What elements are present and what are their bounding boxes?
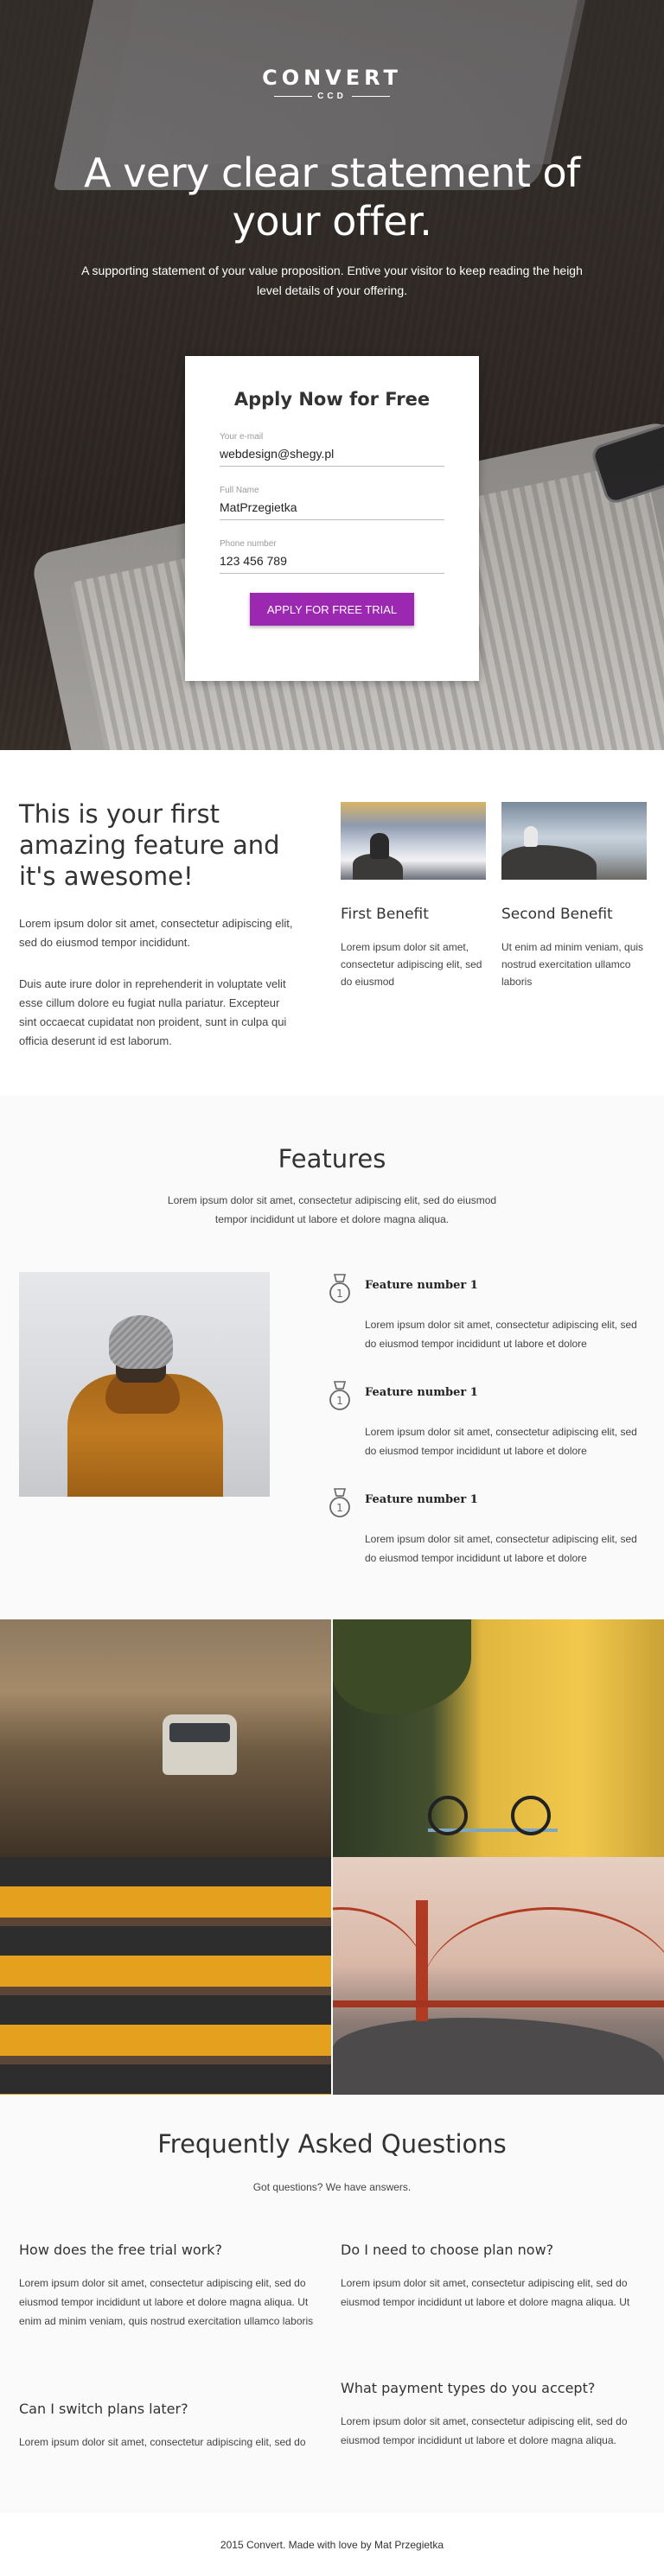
- gallery-image-bench: [0, 1857, 331, 2095]
- feature-item: 1 Feature number 1 Lorem ipsum dolor sit…: [329, 1274, 640, 1369]
- faq-question: What payment types do you accept?: [341, 2380, 596, 2396]
- faq-question: Can I switch plans later?: [19, 2401, 188, 2417]
- benefit-card: Second Benefit Ut enim ad minim veniam, …: [501, 802, 647, 990]
- feature-text: Lorem ipsum dolor sit amet, consectetur …: [365, 1426, 637, 1457]
- gallery-image-bridge: [333, 1857, 664, 2095]
- feature-name: Feature number 1: [365, 1386, 478, 1399]
- feature-photo-person: [19, 1272, 270, 1497]
- benefit-card: First Benefit Lorem ipsum dolor sit amet…: [341, 802, 486, 990]
- hero-title: A very clear statement of your offer.: [84, 149, 580, 245]
- svg-text:1: 1: [336, 1395, 343, 1407]
- email-field[interactable]: [220, 447, 444, 467]
- footer: 2015 Convert. Made with love by Mat Prze…: [0, 2513, 664, 2576]
- features-title: Features: [278, 1144, 386, 1174]
- feature-item: 1 Feature number 1 Lorem ipsum dolor sit…: [329, 1381, 640, 1476]
- faq-title: Frequently Asked Questions: [157, 2129, 507, 2159]
- name-label: Full Name: [220, 486, 259, 495]
- benefit-text: Lorem ipsum dolor sit amet, consectetur …: [341, 941, 482, 988]
- logo[interactable]: CONVERT CCD: [0, 66, 664, 101]
- faq-item: What payment types do you accept? Lorem …: [341, 2380, 643, 2450]
- feature-name: Feature number 1: [365, 1493, 478, 1506]
- logo-wordmark: CONVERT: [262, 66, 402, 90]
- faq-question: How does the free trial work?: [19, 2242, 223, 2258]
- medal-icon: 1: [329, 1488, 350, 1517]
- hero-section: CONVERT CCD A very clear statement of yo…: [0, 0, 664, 750]
- gallery-image-bicycle: [333, 1619, 664, 1857]
- benefit-title: First Benefit: [341, 906, 429, 923]
- full-name-field[interactable]: [220, 500, 444, 520]
- faq-item: How does the free trial work? Lorem ipsu…: [19, 2242, 322, 2331]
- feature-text: Lorem ipsum dolor sit amet, consectetur …: [365, 1319, 637, 1350]
- feature-name: Feature number 1: [365, 1279, 478, 1292]
- footer-copyright: 2015 Convert. Made with love by Mat Prze…: [220, 2538, 444, 2551]
- faq-item: Can I switch plans later? Lorem ipsum do…: [19, 2401, 322, 2452]
- benefit-title: Second Benefit: [501, 906, 613, 923]
- phone-field-group: Phone number: [220, 539, 444, 574]
- feature-item: 1 Feature number 1 Lorem ipsum dolor sit…: [329, 1488, 640, 1583]
- gallery-image-van: [0, 1619, 331, 1857]
- form-title: Apply Now for Free: [233, 389, 431, 410]
- svg-text:1: 1: [336, 1502, 343, 1514]
- phone-field[interactable]: [220, 554, 444, 574]
- photo-gallery: [0, 1619, 664, 2095]
- logo-subtitle: CCD: [317, 92, 347, 101]
- faq-section: Frequently Asked Questions Got questions…: [0, 2095, 664, 2513]
- features-section: Features Lorem ipsum dolor sit amet, con…: [0, 1096, 664, 1619]
- apply-free-trial-button[interactable]: APPLY FOR FREE TRIAL: [250, 593, 414, 626]
- intro-paragraph: Duis aute irure dolor in reprehenderit i…: [19, 977, 287, 1047]
- email-label: Your e-mail: [220, 432, 264, 442]
- faq-answer: Lorem ipsum dolor sit amet, consectetur …: [341, 2277, 630, 2308]
- svg-text:1: 1: [336, 1288, 343, 1300]
- faq-lead: Got questions? We have answers.: [252, 2181, 412, 2193]
- faq-answer: Lorem ipsum dolor sit amet, consectetur …: [19, 2436, 306, 2448]
- hero-subtitle: A supporting statement of your value pro…: [81, 264, 583, 297]
- name-field-group: Full Name: [220, 486, 444, 520]
- faq-answer: Lorem ipsum dolor sit amet, consectetur …: [341, 2415, 628, 2446]
- faq-question: Do I need to choose plan now?: [341, 2242, 554, 2258]
- features-lead: Lorem ipsum dolor sit amet, consectetur …: [167, 1194, 497, 1225]
- email-field-group: Your e-mail: [220, 432, 444, 467]
- feature-text: Lorem ipsum dolor sit amet, consectetur …: [365, 1533, 637, 1564]
- medal-icon: 1: [329, 1274, 350, 1303]
- faq-answer: Lorem ipsum dolor sit amet, consectetur …: [19, 2277, 314, 2327]
- intro-section: This is your first amazing feature and i…: [0, 750, 664, 1096]
- benefit-image-cliff: [501, 802, 647, 880]
- faq-item: Do I need to choose plan now? Lorem ipsu…: [341, 2242, 643, 2312]
- benefit-text: Ut enim ad minim veniam, quis nostrud ex…: [501, 941, 644, 988]
- medal-icon: 1: [329, 1381, 350, 1410]
- intro-title: This is your first amazing feature and i…: [19, 799, 280, 891]
- signup-form: Apply Now for Free Your e-mail Full Name…: [185, 356, 479, 681]
- intro-paragraph: Lorem ipsum dolor sit amet, consectetur …: [19, 917, 293, 949]
- benefit-image-clouds: [341, 802, 486, 880]
- phone-label: Phone number: [220, 539, 277, 549]
